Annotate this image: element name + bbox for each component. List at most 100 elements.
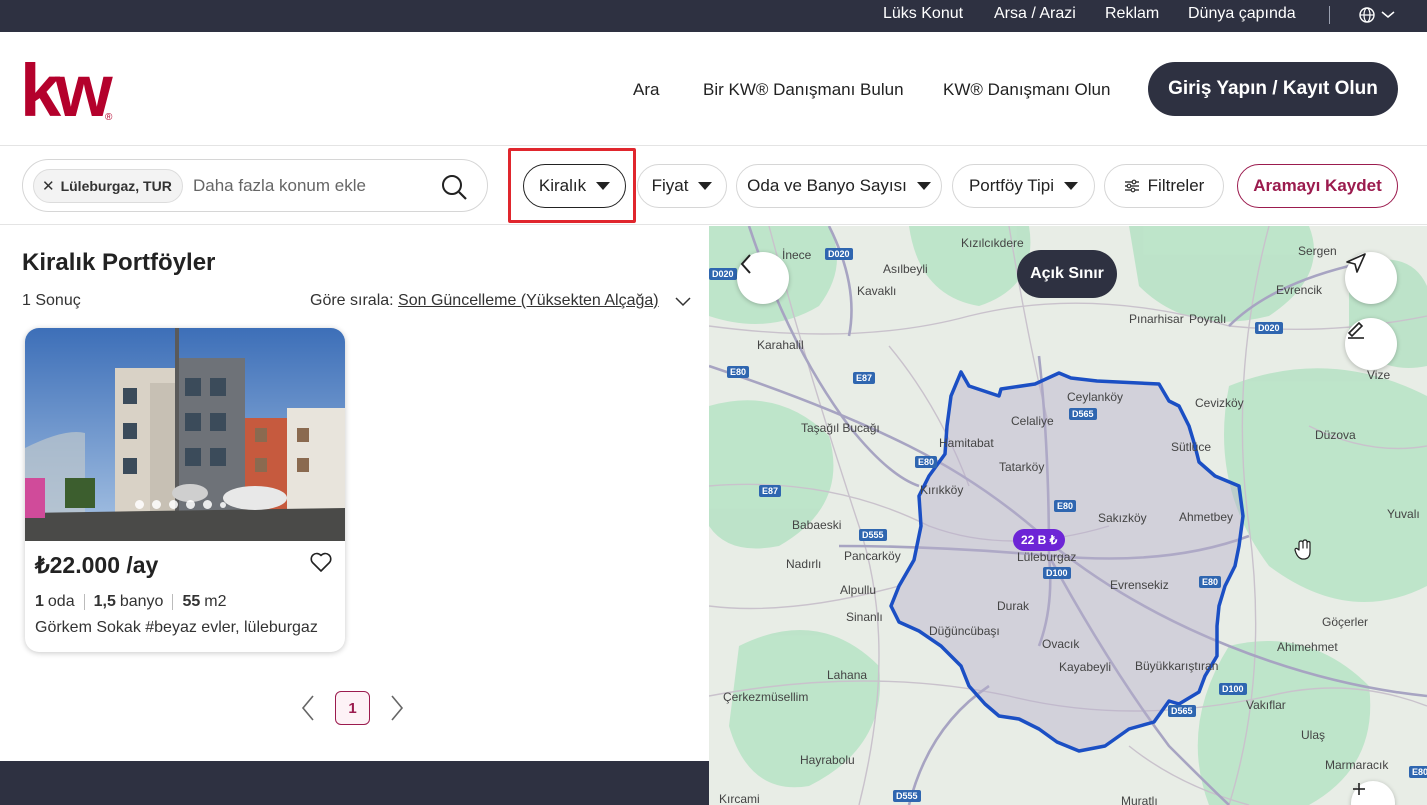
place-label: Marmaracık — [1325, 758, 1389, 772]
place-label: Pancarköy — [844, 549, 901, 563]
more-filters-button[interactable]: Filtreler — [1104, 164, 1224, 208]
map-canvas — [709, 226, 1427, 805]
draw-pen-icon — [1347, 321, 1364, 339]
nav-become-agent[interactable]: KW® Danışmanı Olun — [943, 80, 1110, 100]
road-label: D100 — [1043, 567, 1071, 579]
listing-card[interactable]: ₺22.000 /ay 1 oda 1,5 banyo 55 m2 Görkem So… — [25, 328, 345, 652]
remove-location-icon[interactable]: ✕ — [42, 177, 55, 195]
login-button[interactable]: Giriş Yapın / Kayıt Olun — [1148, 62, 1398, 116]
nav-search[interactable]: Ara — [633, 80, 659, 100]
filter-bar: ✕ Lüleburgaz, TUR Kiralık Fiyat Oda ve B… — [0, 147, 1427, 225]
place-label: Kırcami — [719, 792, 760, 805]
place-label: Hayrabolu — [800, 753, 855, 767]
chevron-left-icon[interactable] — [300, 694, 316, 722]
place-label: Celaliye — [1011, 414, 1054, 428]
luxury-link[interactable]: Lüks Konut — [883, 5, 963, 23]
listing-address: Görkem Sokak #beyaz evler, lüleburgaz — [35, 619, 318, 636]
spec-divider — [172, 594, 174, 610]
photo-dots[interactable] — [135, 500, 226, 509]
road-label: E80 — [1409, 766, 1427, 778]
price-marker[interactable]: 22 B ₺ — [1013, 529, 1066, 551]
road-label: E80 — [1199, 576, 1222, 588]
collapse-map-button[interactable] — [737, 252, 789, 304]
place-label: Alpullu — [840, 583, 877, 597]
place-label: Lüleburgaz — [1017, 550, 1077, 564]
photo-dot[interactable] — [152, 500, 161, 509]
photo-dot[interactable] — [220, 501, 226, 508]
location-search[interactable]: ✕ Lüleburgaz, TUR — [22, 159, 488, 212]
search-icon[interactable] — [439, 172, 469, 202]
road-label: E80 — [727, 366, 750, 378]
place-label: Cevizköy — [1195, 396, 1244, 410]
place-label: Sakızköy — [1098, 511, 1147, 525]
photo-dot[interactable] — [169, 500, 178, 509]
place-label: Evrencik — [1276, 283, 1323, 297]
map[interactable]: Kızılcıkdere İnece Asılbeyli Kavaklı Kar… — [709, 226, 1427, 805]
road-label: D020 — [709, 268, 737, 280]
chevron-right-icon[interactable] — [389, 694, 405, 722]
sort-label: Göre sırala: — [310, 292, 394, 309]
road-label: E80 — [915, 456, 938, 468]
plus-icon — [1353, 783, 1365, 795]
sliders-icon — [1124, 179, 1139, 193]
kw-logo[interactable]: kw ® — [20, 49, 120, 132]
place-label: Nadırlı — [786, 557, 822, 571]
chevron-down-icon[interactable] — [674, 293, 692, 309]
hand-cursor-icon — [1294, 539, 1311, 560]
language-selector[interactable] — [1358, 6, 1398, 24]
photo-dot[interactable] — [186, 500, 195, 509]
location-input[interactable] — [193, 174, 423, 198]
save-search-button[interactable]: Aramayı Kaydet — [1237, 164, 1398, 208]
place-label: Kayabeyli — [1059, 660, 1112, 674]
baths-unit: banyo — [119, 593, 164, 610]
place-label: Evrensekiz — [1110, 578, 1169, 592]
road-label: D020 — [1255, 322, 1283, 334]
site-header: kw ® Ara Bir KW® Danışmanı Bulun KW® Dan… — [0, 32, 1427, 146]
locate-me-button[interactable] — [1345, 252, 1397, 304]
caret-down-icon — [1064, 182, 1079, 190]
rooms-value: 1 — [35, 593, 44, 610]
place-label: İnece — [782, 248, 812, 262]
place-label: Kırıkköy — [920, 483, 964, 497]
listing-photo[interactable] — [25, 328, 345, 541]
location-chip[interactable]: ✕ Lüleburgaz, TUR — [33, 169, 183, 203]
utility-bar: Lüks Konut Arsa / Arazi Reklam Dünya çap… — [0, 0, 1427, 32]
svg-text:®: ® — [105, 112, 113, 123]
place-label: Büyükkarıştıran — [1135, 659, 1219, 673]
sort-value[interactable]: Son Güncelleme (Yüksekten Alçağa) — [398, 292, 659, 309]
place-label: Tatarköy — [999, 460, 1045, 474]
road-label: D020 — [825, 248, 853, 260]
listing-type-dropdown[interactable]: Kiralık — [523, 164, 626, 208]
place-label: Göçerler — [1322, 615, 1369, 629]
place-label: Ulaş — [1301, 728, 1326, 742]
ads-link[interactable]: Reklam — [1105, 5, 1159, 23]
place-label: Düğüncübaşı — [929, 624, 1000, 638]
location-chip-label: Lüleburgaz, TUR — [60, 178, 172, 194]
page-1-button[interactable]: 1 — [335, 691, 370, 725]
price-dropdown[interactable]: Fiyat — [637, 164, 727, 208]
place-label: Hamitabat — [939, 436, 994, 450]
photo-dot[interactable] — [203, 500, 212, 509]
property-type-dropdown[interactable]: Portföy Tipi — [952, 164, 1095, 208]
place-label: Poyralı — [1189, 312, 1227, 326]
place-label: Asılbeyli — [883, 262, 928, 276]
place-label: Sütlüce — [1171, 440, 1212, 454]
boundary-toggle-button[interactable]: Açık Sınır — [1017, 250, 1117, 298]
place-label: Taşağıl Bucağı — [801, 421, 880, 435]
draw-boundary-button[interactable] — [1345, 318, 1397, 370]
worldwide-link[interactable]: Dünya çapında — [1188, 5, 1296, 23]
area-value: 55 — [182, 593, 201, 610]
globe-icon — [1359, 7, 1395, 23]
photo-dot[interactable] — [135, 500, 144, 509]
rooms-dropdown[interactable]: Oda ve Banyo Sayısı — [736, 164, 942, 208]
place-label: Vakıflar — [1246, 698, 1286, 712]
price-label: Fiyat — [651, 176, 689, 195]
place-label: Pınarhisar — [1129, 312, 1184, 326]
road-label: D565 — [1069, 408, 1097, 420]
nav-find-agent[interactable]: Bir KW® Danışmanı Bulun — [703, 80, 904, 100]
road-label: E87 — [759, 485, 782, 497]
sort-control[interactable]: Göre sırala: Son Güncelleme (Yüksekten A… — [310, 292, 659, 310]
land-link[interactable]: Arsa / Arazi — [994, 5, 1076, 23]
caret-down-icon — [698, 182, 713, 190]
heart-icon[interactable] — [309, 550, 333, 574]
